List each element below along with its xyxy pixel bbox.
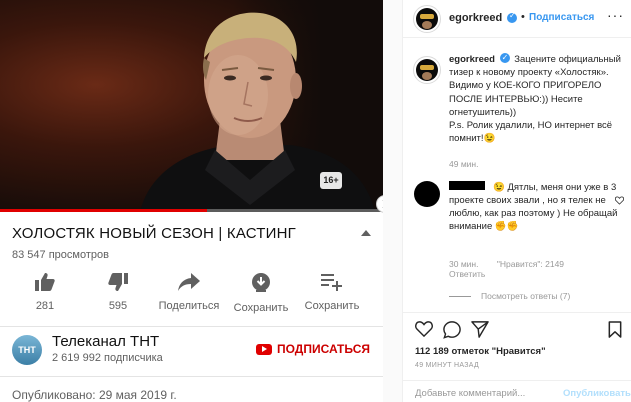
playlist-add-icon [321, 274, 342, 291]
save-to-playlist-button[interactable]: Сохранить [297, 273, 367, 312]
download-label: Сохранить [233, 302, 289, 314]
author-avatar[interactable] [413, 5, 441, 33]
subscribe-button[interactable]: ПОДПИСАТЬСЯ [256, 342, 370, 356]
caption-username[interactable]: egorkreed [449, 54, 495, 65]
video-actions: 281 595 Поделиться Сохранить Сохранить [0, 273, 383, 321]
video-player[interactable]: 16+ [0, 0, 383, 212]
download-icon [252, 273, 270, 292]
like-heart-icon[interactable] [415, 321, 433, 337]
comment-bubble-icon[interactable] [443, 321, 461, 339]
post-caption: egorkreed Зацените официальный тизер к н… [449, 51, 627, 145]
comment-meta: 30 мин. "Нравится": 2149 [449, 259, 580, 269]
channel-avatar[interactable]: ТНТ [12, 335, 42, 365]
comment: 😉 Дятлы, меня они уже в 3 проекте своих … [449, 181, 621, 233]
download-button[interactable]: Сохранить [226, 273, 296, 314]
thumbs-up-icon [35, 273, 55, 291]
caption-time: 49 мин. [449, 159, 479, 169]
post-actions [403, 312, 631, 342]
subscribe-label: ПОДПИСАТЬСЯ [277, 342, 370, 356]
follow-button[interactable]: Подписаться [529, 12, 594, 23]
thumbs-down-icon [108, 273, 128, 291]
share-button[interactable]: Поделиться [154, 273, 224, 312]
channel-name[interactable]: Телеканал ТНТ [52, 333, 159, 350]
instagram-post-sidebar: egorkreed • Подписаться ··· egorkreed За… [402, 0, 631, 402]
author-username[interactable]: egorkreed [449, 12, 502, 24]
bookmark-icon[interactable] [608, 321, 622, 338]
age-rating-badge: 16+ [320, 172, 342, 189]
separator-dot: • [521, 11, 525, 23]
youtube-screenshot: 16+ ХОЛОСТЯК НОВЫЙ СЕЗОН | КАСТИНГ 83 54… [0, 0, 383, 402]
dislike-button[interactable]: 595 [83, 273, 153, 312]
divider [0, 326, 383, 327]
reply-button[interactable]: Ответить [449, 269, 485, 279]
post-header: egorkreed • Подписаться ··· [403, 0, 631, 38]
view-replies-label: Посмотреть ответы (7) [481, 291, 571, 301]
comment-time: 30 мин. [449, 259, 479, 269]
caption-avatar[interactable] [413, 56, 441, 84]
expand-description-icon[interactable] [361, 230, 371, 236]
verified-icon [507, 11, 517, 23]
comment-like-count[interactable]: "Нравится": 2149 [497, 259, 564, 269]
like-count: 281 [35, 300, 55, 312]
divider [0, 376, 383, 377]
youtube-logo-icon [256, 343, 272, 355]
like-button[interactable]: 281 [10, 273, 80, 312]
video-title: ХОЛОСТЯК НОВЫЙ СЕЗОН | КАСТИНГ [12, 225, 296, 242]
share-label: Поделиться [158, 300, 220, 312]
post-timestamp: 49 МИНУТ НАЗАД [415, 362, 480, 369]
commenter-avatar-redacted[interactable] [414, 181, 440, 207]
replies-line [449, 295, 471, 297]
save-label: Сохранить [304, 300, 360, 312]
share-direct-icon[interactable] [471, 321, 489, 338]
dislike-count: 595 [108, 300, 128, 312]
channel-avatar-text: ТНТ [18, 345, 36, 355]
video-progress-fill [0, 209, 207, 212]
add-comment-bar: Добавьте комментарий... Опубликовать [403, 380, 631, 402]
comment-text: 😉 Дятлы, меня они уже в 3 проекте своих … [449, 182, 618, 232]
publish-date: Опубликовано: 29 мая 2019 г. [12, 388, 177, 402]
more-options-icon[interactable]: ··· [607, 7, 624, 23]
verified-icon [499, 51, 510, 64]
publish-button[interactable]: Опубликовать [563, 388, 631, 399]
view-replies-button[interactable]: Посмотреть ответы (7) [449, 291, 570, 301]
comment-input[interactable]: Добавьте комментарий... [415, 388, 525, 399]
subscriber-count: 2 619 992 подписчика [52, 352, 163, 364]
chevron-right-icon [382, 200, 383, 208]
comment-like-icon[interactable] [615, 196, 624, 205]
share-icon [178, 273, 200, 291]
view-count: 83 547 просмотров [12, 249, 109, 261]
caption-text: Зацените официальный тизер к новому прое… [449, 54, 621, 145]
video-progress-bar[interactable] [0, 209, 383, 212]
likes-count[interactable]: 112 189 отметок "Нравится" [415, 346, 546, 357]
